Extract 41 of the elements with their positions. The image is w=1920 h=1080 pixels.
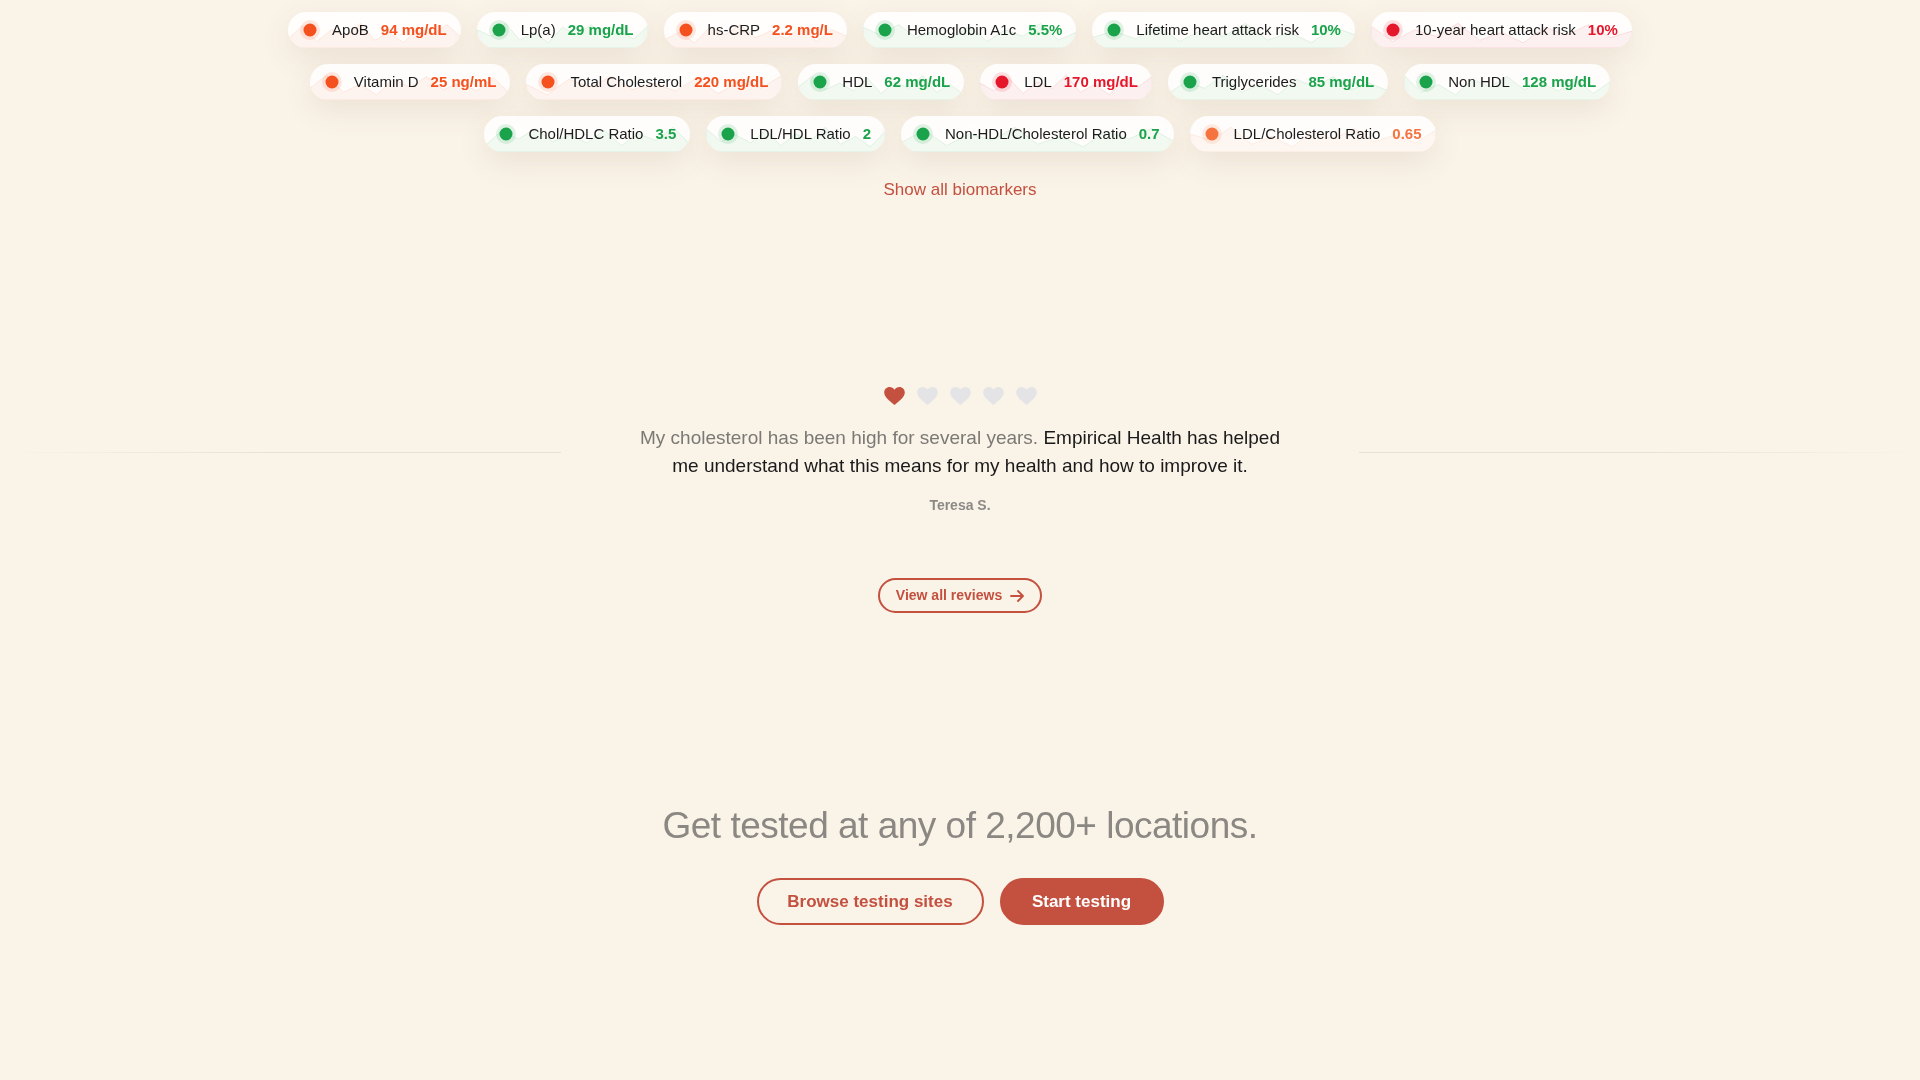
biomarker-value: 85 mg/dL <box>1308 71 1375 92</box>
biomarker-name: Total Cholesterol <box>570 71 683 92</box>
biomarker-value: 10% <box>1587 19 1618 40</box>
testimonial-quote: My cholesterol has been high for several years. Empirical Health has helped me understand what this means for my health and how to improve it. <box>639 426 1281 478</box>
biomarker-value: 3.5 <box>655 123 677 144</box>
biomarker-value: 2.2 mg/L <box>772 19 833 40</box>
biomarker-value: 0.7 <box>1138 123 1160 144</box>
biomarker-name: Non-HDL/Cholesterol Ratio <box>945 123 1127 144</box>
filled-heart-icon <box>883 387 905 405</box>
show-all-biomarkers-link[interactable]: Show all biomarkers <box>883 180 1037 200</box>
biomarker-value: 62 mg/dL <box>884 71 951 92</box>
biomarker-value: 94 mg/dL <box>380 19 447 40</box>
biomarker-value: 29 mg/dL <box>567 19 634 40</box>
biomarker-name: Lp(a) <box>520 19 556 40</box>
biomarker-value: 170 mg/dL <box>1063 71 1138 92</box>
biomarker-name: hs-CRP <box>707 19 761 40</box>
biomarker-name: 10-year heart attack risk <box>1414 19 1576 40</box>
biomarker-value: 2 <box>862 123 871 144</box>
biomarker-value: 10% <box>1310 19 1341 40</box>
testimonial-author: Teresa S. <box>929 496 991 515</box>
biomarker-name: LDL/HDL Ratio <box>750 123 851 144</box>
biomarker-value: 128 mg/dL <box>1521 71 1597 92</box>
biomarker-name: Chol/HDLC Ratio <box>528 123 644 144</box>
biomarker-name: Non HDL <box>1448 71 1510 92</box>
biomarker-value: 0.65 <box>1392 123 1422 144</box>
biomarker-name: Hemoglobin A1c <box>906 19 1017 40</box>
biomarker-value: 25 ng/mL <box>430 71 497 92</box>
arrow-right-icon <box>1010 589 1025 602</box>
start-testing-button[interactable]: Start testing <box>999 878 1164 925</box>
biomarker-name: Triglycerides <box>1211 71 1297 92</box>
biomarker-name: HDL <box>842 71 873 92</box>
biomarker-name: Lifetime heart attack risk <box>1136 19 1299 40</box>
biomarker-name: ApoB <box>332 19 369 40</box>
view-all-reviews-button[interactable]: View all reviews <box>877 578 1043 613</box>
biomarker-name: LDL/Cholesterol Ratio <box>1233 123 1381 144</box>
cta-heading: Get tested at any of 2,200+ locations. <box>662 804 1258 848</box>
biomarker-name: Vitamin D <box>353 71 419 92</box>
browse-sites-button[interactable]: Browse testing sites <box>756 878 984 925</box>
biomarker-name: LDL <box>1024 71 1052 92</box>
biomarker-value: 5.5% <box>1028 19 1063 40</box>
biomarker-value: 220 mg/dL <box>694 71 769 92</box>
